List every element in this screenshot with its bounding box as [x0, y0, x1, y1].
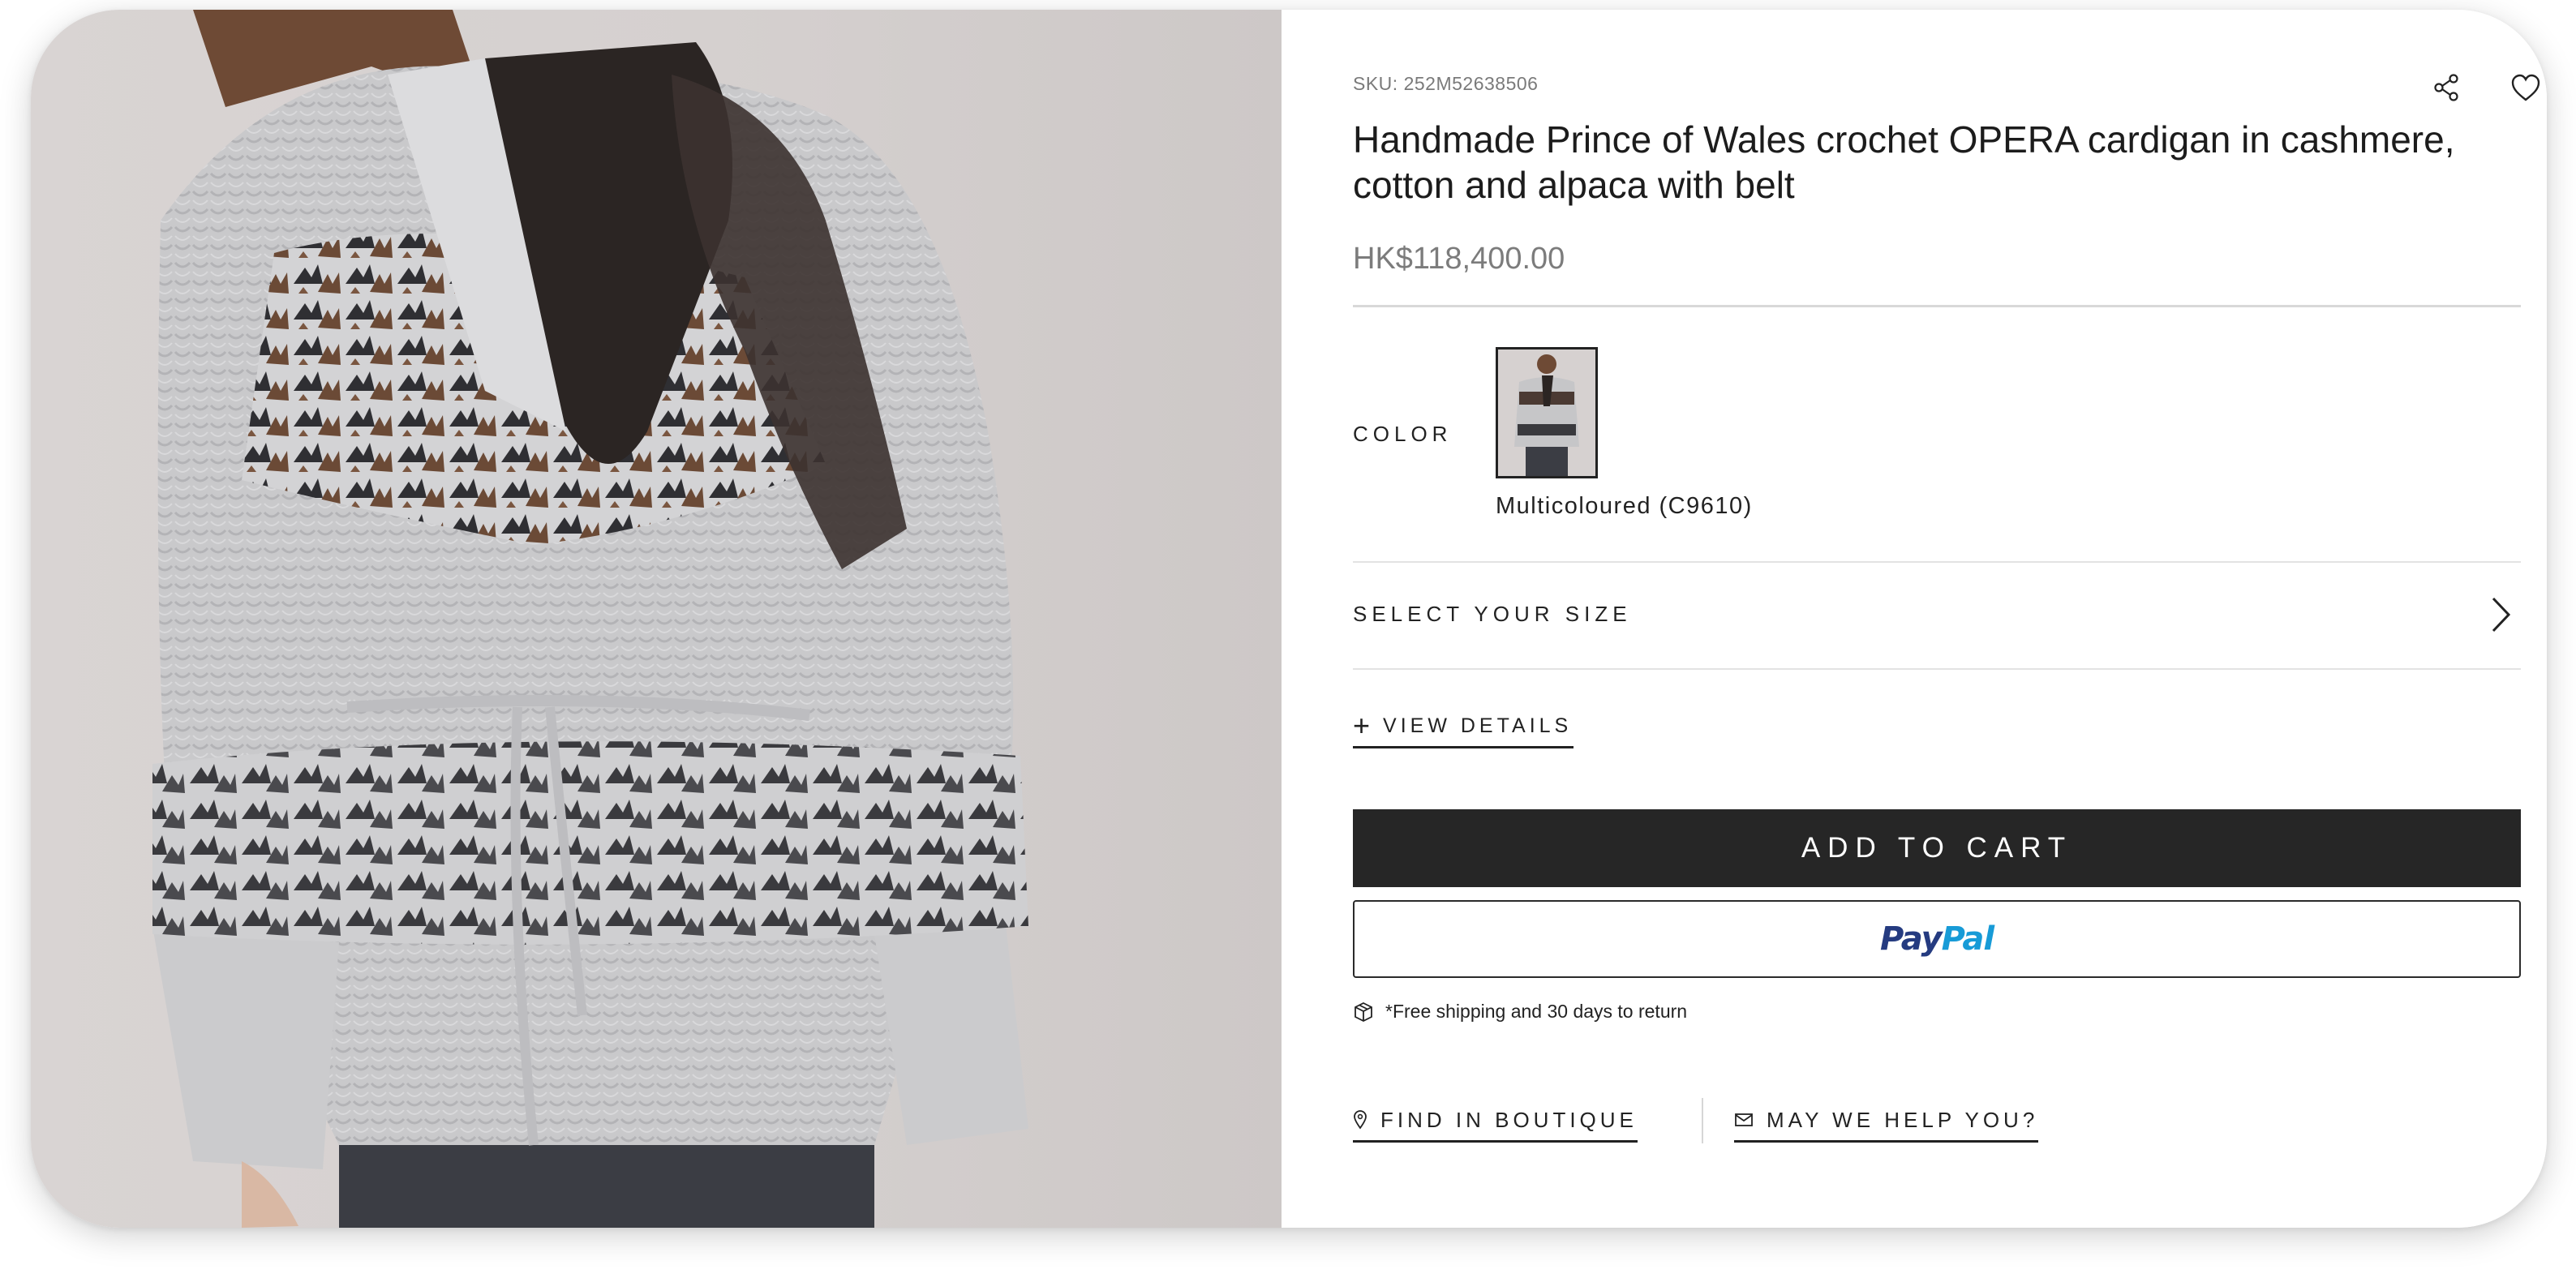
- shipping-note-text: *Free shipping and 30 days to return: [1385, 1001, 1688, 1022]
- divider: [1353, 305, 2521, 307]
- product-price: HK$118,400.00: [1353, 242, 1565, 276]
- color-swatch[interactable]: [1496, 347, 1598, 478]
- mail-icon: [1735, 1113, 1753, 1126]
- divider: [1353, 668, 2521, 670]
- help-label: MAY WE HELP YOU?: [1767, 1107, 2039, 1132]
- paypal-logo-pay: Pay: [1879, 920, 1943, 958]
- wishlist-button[interactable]: [2505, 66, 2547, 109]
- swatch-thumbnail: [1498, 350, 1595, 476]
- chevron-right-icon: [2492, 597, 2511, 633]
- paypal-button[interactable]: PayPal: [1353, 900, 2521, 978]
- product-photo-illustration: [152, 10, 1028, 1228]
- heart-icon: [2511, 74, 2540, 101]
- paypal-logo-pal: Pal: [1941, 920, 1994, 958]
- divider: [1702, 1098, 1703, 1143]
- plus-icon: +: [1353, 709, 1371, 742]
- color-selected-label: Multicoloured (C9610): [1496, 493, 1753, 519]
- product-image[interactable]: [31, 10, 1282, 1228]
- product-card: SKU: 252M52638506 Handmade Prince of Wal…: [31, 10, 2547, 1228]
- find-in-boutique-link[interactable]: FIND IN BOUTIQUE: [1353, 1100, 1638, 1143]
- product-title: Handmade Prince of Wales crochet OPERA c…: [1353, 118, 2455, 206]
- add-to-cart-button[interactable]: ADD TO CART: [1353, 809, 2521, 887]
- view-details-label: VIEW DETAILS: [1383, 714, 1573, 737]
- select-size-row[interactable]: SELECT YOUR SIZE: [1353, 561, 2521, 668]
- color-label: COLOR: [1353, 422, 1453, 446]
- product-sku: SKU: 252M52638506: [1353, 73, 1539, 94]
- find-in-boutique-label: FIND IN BOUTIQUE: [1380, 1107, 1638, 1132]
- view-details-link[interactable]: + VIEW DETAILS: [1353, 705, 1574, 748]
- share-button[interactable]: [2425, 66, 2467, 109]
- package-icon: [1355, 1001, 1372, 1022]
- location-pin-icon: [1354, 1110, 1367, 1130]
- shipping-note: *Free shipping and 30 days to return: [1353, 1001, 1687, 1023]
- share-icon: [2434, 74, 2458, 101]
- help-link[interactable]: MAY WE HELP YOU?: [1734, 1100, 2039, 1143]
- paypal-logo: PayPal: [1880, 920, 1994, 958]
- product-info-panel: SKU: 252M52638506 Handmade Prince of Wal…: [1282, 10, 2547, 1228]
- select-size-label: SELECT YOUR SIZE: [1353, 602, 1632, 626]
